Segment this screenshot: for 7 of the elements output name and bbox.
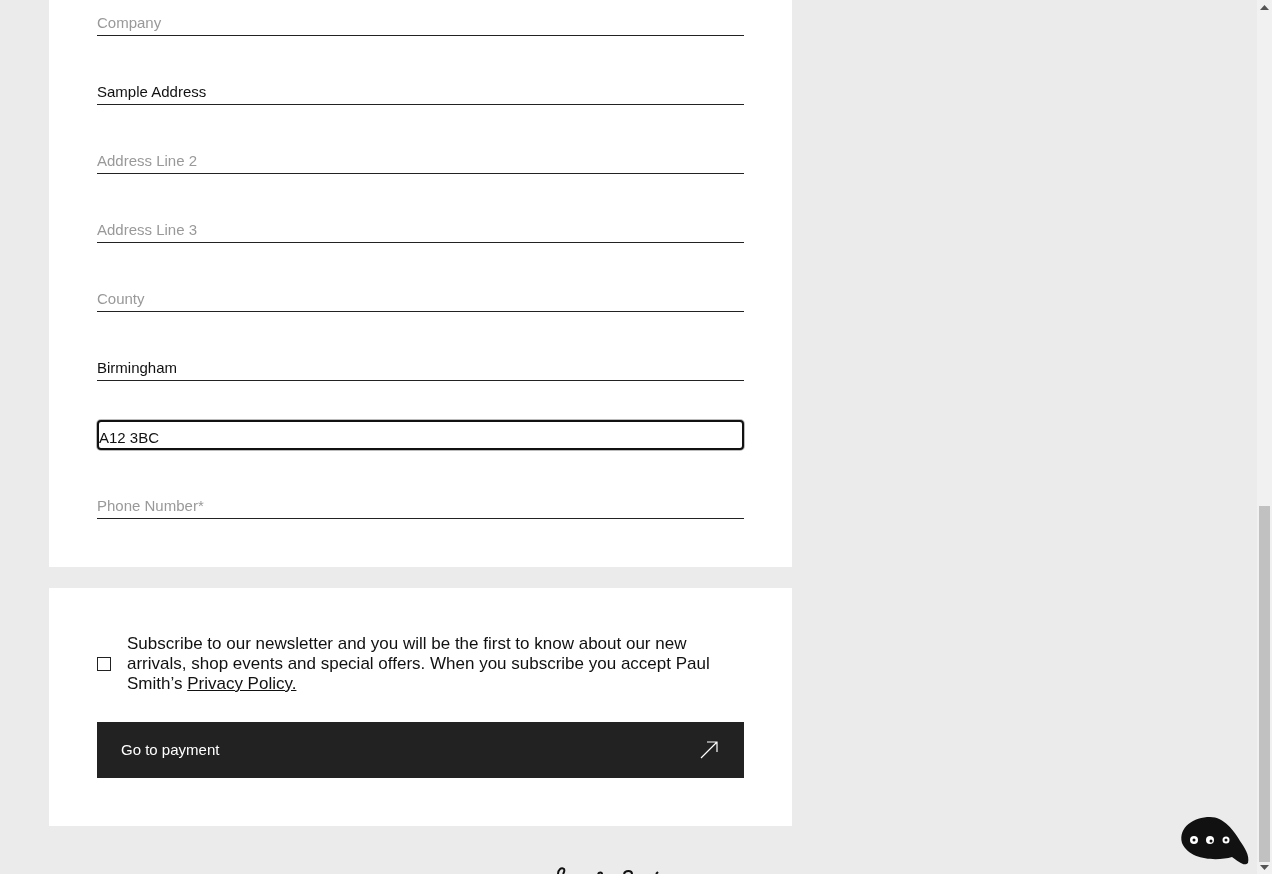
newsletter-checkbox[interactable] <box>97 657 111 671</box>
arrow-icon <box>700 741 718 759</box>
go-to-payment-button[interactable]: Go to payment <box>97 722 744 778</box>
newsletter-text: Subscribe to our newsletter and you will be the first to know about our new arrivals, shop events and special offers. When you subscribe you accept Paul Smith’s Privacy Policy. <box>127 634 711 694</box>
address-field[interactable]: A12 3BC <box>97 420 744 450</box>
chat-icon[interactable] <box>1178 815 1250 867</box>
privacy-policy-link[interactable]: Privacy Policy. <box>187 674 297 693</box>
